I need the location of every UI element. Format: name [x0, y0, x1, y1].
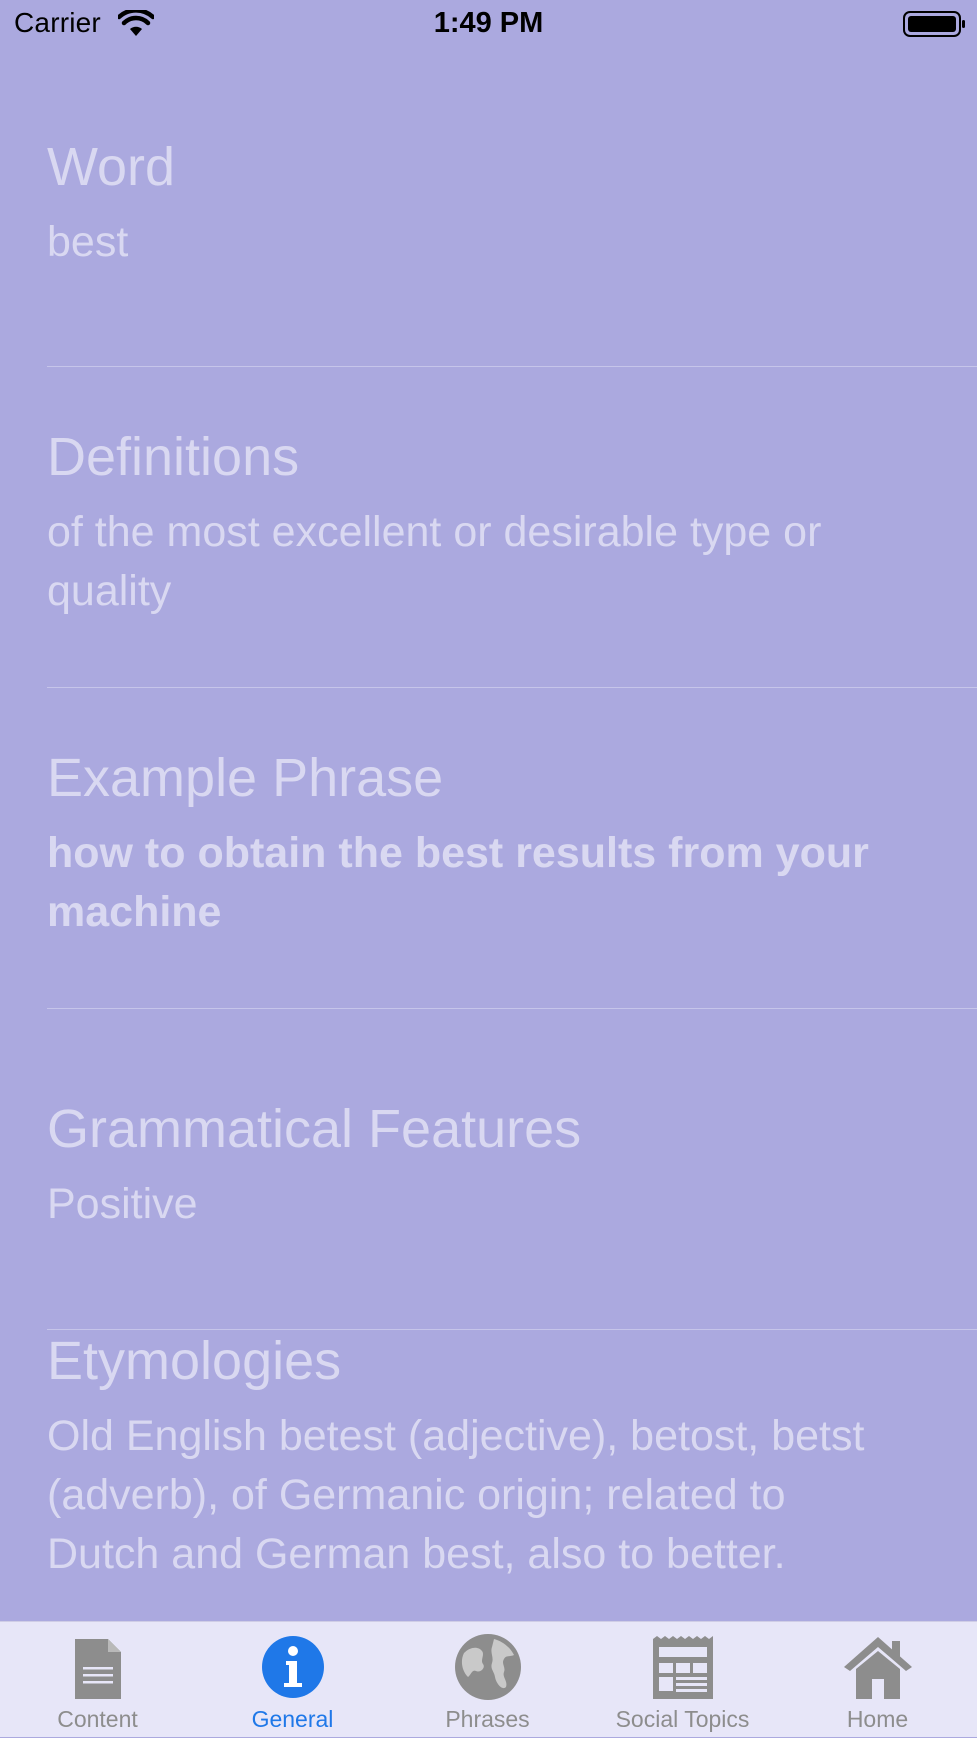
tab-label: Social Topics	[615, 1706, 750, 1732]
definitions-section: Definitions of the most excellent or des…	[47, 425, 977, 621]
example-phrase-section: Example Phrase how to obtain the best re…	[47, 746, 977, 942]
info-icon	[261, 1636, 324, 1698]
divider	[47, 1008, 977, 1009]
home-icon	[843, 1637, 912, 1699]
grammatical-features-section: Grammatical Features Positive	[47, 1097, 977, 1234]
tab-label: General	[251, 1706, 334, 1732]
tab-phrases[interactable]: Phrases	[390, 1622, 585, 1738]
tab-label: Content	[57, 1706, 138, 1732]
divider	[47, 366, 977, 367]
tab-label: Phrases	[445, 1706, 530, 1732]
tab-content[interactable]: Content	[0, 1622, 195, 1738]
section-body: of the most excellent or desirable type …	[47, 508, 822, 615]
tab-general[interactable]: General	[195, 1622, 390, 1738]
tab-label: Home	[846, 1706, 909, 1732]
word-detail-list[interactable]: Word best Definitions of the most excell…	[0, 0, 977, 1621]
tab-bar: Content General Phrases Social Topics Ho…	[0, 1621, 977, 1737]
section-title: Example Phrase	[47, 748, 444, 808]
section-body: best	[47, 218, 129, 266]
section-title: Grammatical Features	[47, 1099, 582, 1159]
divider	[47, 687, 977, 688]
section-body: Old English betest (adjective), betost, …	[47, 1412, 865, 1578]
section-title: Word	[47, 137, 176, 197]
word-section: Word best	[47, 135, 977, 272]
section-title: Etymologies	[47, 1331, 342, 1391]
section-body: Positive	[47, 1180, 198, 1228]
etymologies-section: Etymologies Old English betest (adjectiv…	[47, 1329, 977, 1584]
newspaper-icon	[652, 1636, 713, 1699]
document-icon	[74, 1639, 121, 1699]
tab-home[interactable]: Home	[780, 1622, 975, 1738]
globe-icon	[454, 1634, 521, 1700]
section-body: how to obtain the best results from your…	[47, 829, 869, 936]
section-title: Definitions	[47, 427, 300, 487]
tab-social-topics[interactable]: Social Topics	[585, 1622, 780, 1738]
